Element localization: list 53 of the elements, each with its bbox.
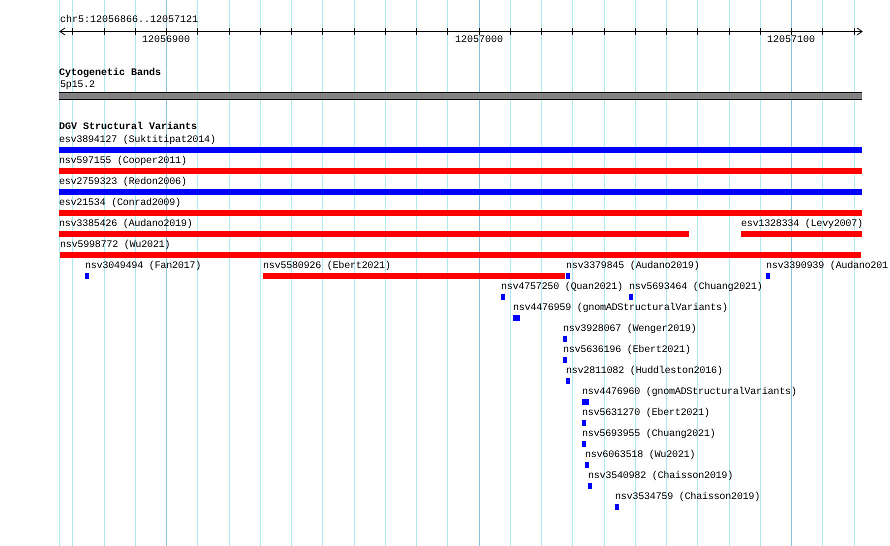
variant-bar[interactable] bbox=[513, 315, 520, 321]
variant-bar[interactable] bbox=[582, 441, 586, 447]
variant-label: nsv3379845 (Audano2019) bbox=[566, 261, 700, 272]
scale-label: 12056900 bbox=[141, 35, 191, 47]
variant-label: nsv5693464 (Chuang2021) bbox=[629, 282, 762, 293]
variant-bar[interactable] bbox=[588, 483, 592, 489]
variant-label: nsv3540982 (Chaisson2019) bbox=[588, 471, 734, 482]
variant-label: esv21534 (Conrad2009) bbox=[59, 198, 181, 209]
variant-label: nsv5636196 (Ebert2021) bbox=[563, 345, 691, 356]
variant-label: nsv5631270 (Ebert2021) bbox=[582, 408, 710, 419]
variant-label: nsv3534759 (Chaisson2019) bbox=[615, 492, 760, 503]
variant-label: nsv3385426 (Audano2019) bbox=[59, 219, 192, 230]
variant-bar[interactable] bbox=[59, 189, 862, 195]
variant-bar[interactable] bbox=[501, 294, 505, 300]
variant-label: nsv5693955 (Chuang2021) bbox=[582, 429, 716, 440]
variant-bar[interactable] bbox=[741, 231, 862, 237]
track-title: Cytogenetic Bands bbox=[59, 68, 162, 80]
variant-label: nsv3049494 (Fan2017) bbox=[85, 261, 202, 272]
variant-label: nsv5998772 (Wu2021) bbox=[60, 240, 170, 251]
variant-bar[interactable] bbox=[582, 399, 589, 405]
track-title: DGV Structural Variants bbox=[59, 122, 198, 134]
variant-label: nsv4757250 (Quan2021) bbox=[501, 282, 623, 293]
band-label: 5p15.2 bbox=[60, 80, 95, 91]
variant-bar[interactable] bbox=[59, 231, 689, 237]
variant-bar[interactable] bbox=[59, 210, 862, 216]
variant-bar[interactable] bbox=[766, 273, 770, 279]
variant-bar[interactable] bbox=[563, 357, 567, 363]
variant-label: esv1328334 (Levy2007) bbox=[741, 219, 863, 230]
variant-bar[interactable] bbox=[582, 420, 586, 426]
scale-label: 12057100 bbox=[766, 35, 816, 47]
variant-bar[interactable] bbox=[59, 147, 862, 153]
variant-label: nsv3390939 (Audano201 bbox=[766, 261, 888, 272]
variant-label: nsv3928067 (Wenger2019) bbox=[563, 324, 696, 335]
variant-label: nsv6063518 (Wu2021) bbox=[585, 450, 696, 461]
variant-bar[interactable] bbox=[60, 252, 861, 258]
scale-label: 12057000 bbox=[454, 35, 504, 47]
variant-bar[interactable] bbox=[615, 504, 619, 510]
variant-label: nsv2811082 (Huddleston2016) bbox=[566, 366, 723, 377]
variant-label: nsv4476960 (gnomADStructuralVariants) bbox=[582, 387, 797, 398]
variant-label: esv2759323 (Redon2006) bbox=[59, 177, 187, 188]
variant-label: nsv597155 (Cooper2011) bbox=[59, 156, 187, 167]
variant-bar[interactable] bbox=[629, 294, 633, 300]
variant-label: nsv5580926 (Ebert2021) bbox=[263, 261, 391, 272]
variant-label: nsv4476959 (gnomADStructuralVariants) bbox=[513, 303, 728, 314]
variant-bar[interactable] bbox=[566, 273, 570, 279]
variant-bar[interactable] bbox=[585, 462, 589, 468]
region-label: chr5:12056866..12057121 bbox=[60, 15, 198, 27]
variant-bar[interactable] bbox=[59, 168, 862, 174]
variant-label: esv3894127 (Suktitipat2014) bbox=[59, 135, 216, 146]
variant-bar[interactable] bbox=[263, 273, 565, 279]
variant-bar[interactable] bbox=[566, 378, 570, 384]
variant-bar[interactable] bbox=[85, 273, 89, 279]
variant-bar[interactable] bbox=[563, 336, 567, 342]
